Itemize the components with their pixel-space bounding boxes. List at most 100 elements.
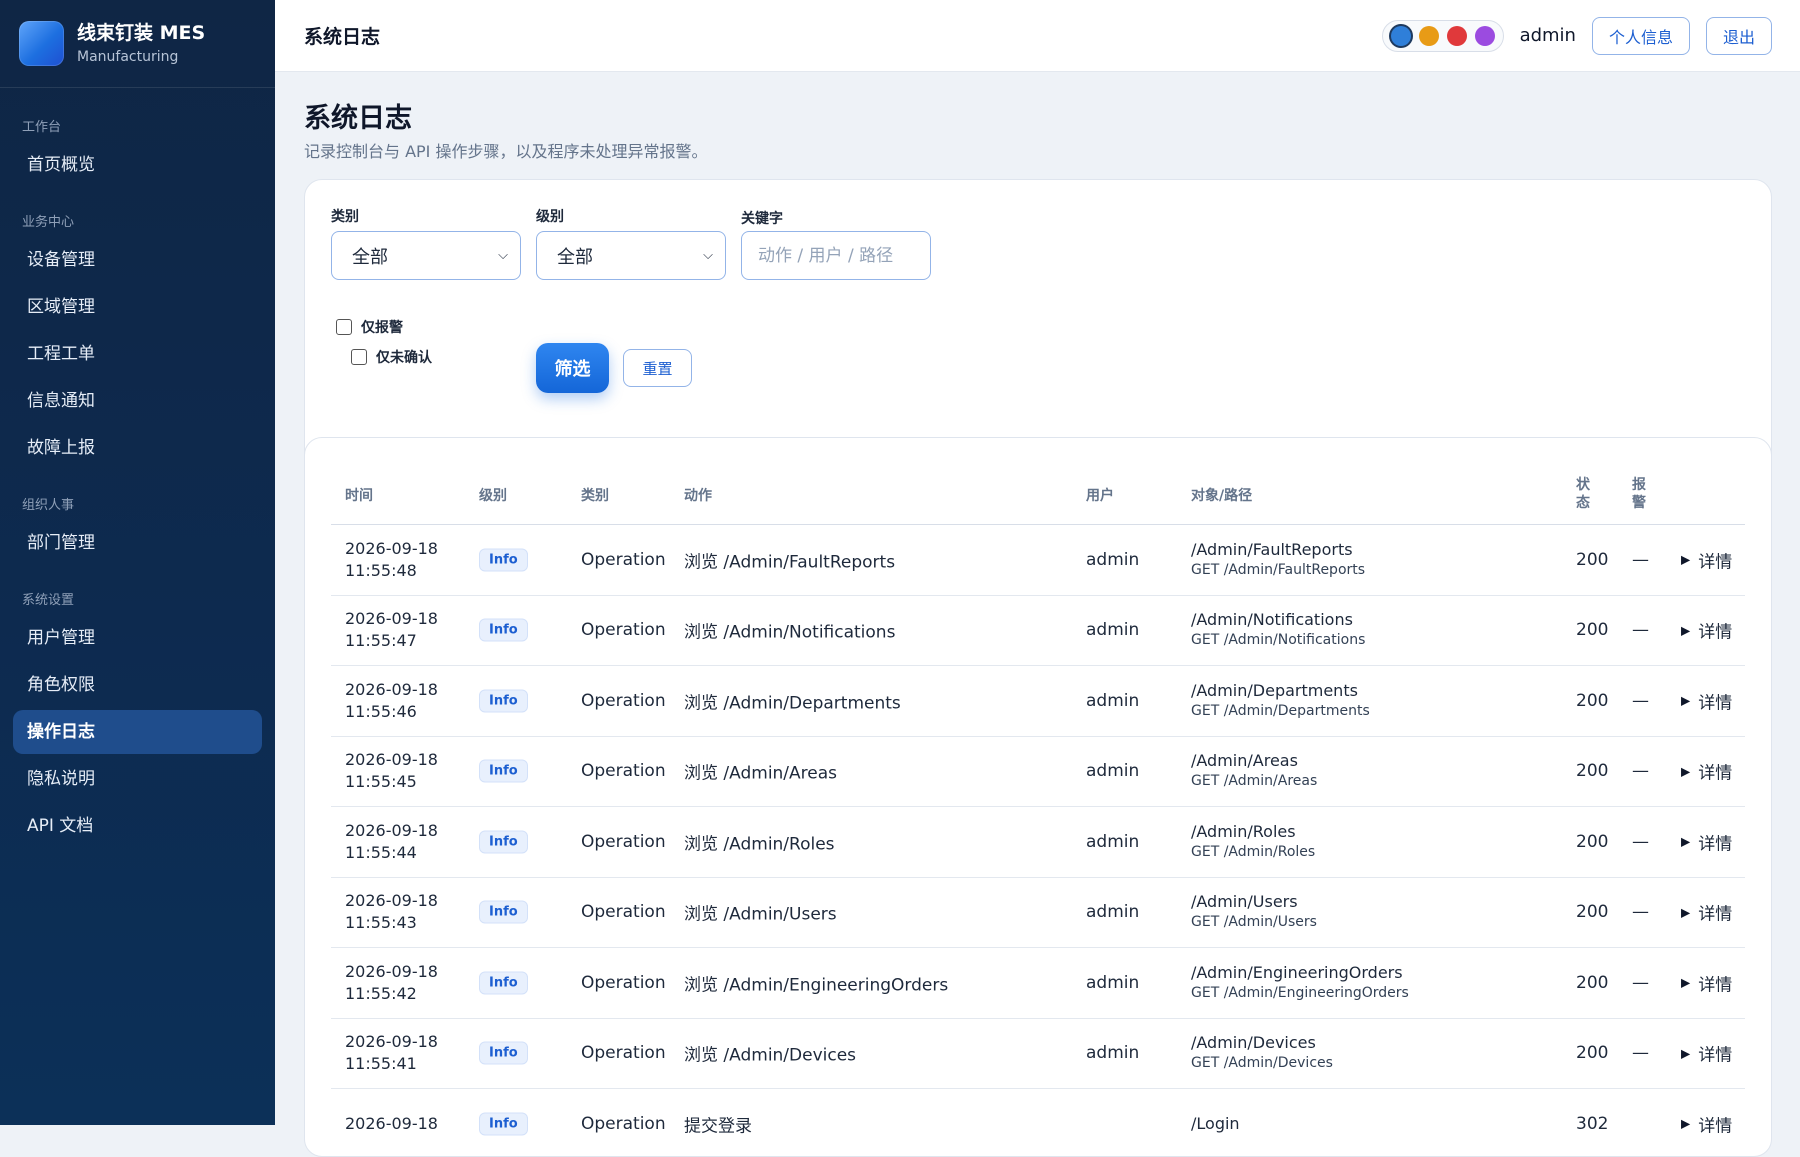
col-header-target: 对象/路径 — [1191, 485, 1252, 505]
log-date: 2026-09-18 — [345, 679, 438, 701]
sidebar-item-fault-reports[interactable]: 故障上报 — [13, 426, 262, 470]
reset-button[interactable]: 重置 — [623, 349, 692, 387]
details-toggle[interactable]: ▶详情 — [1681, 688, 1732, 713]
details-toggle[interactable]: ▶详情 — [1681, 900, 1732, 925]
brand[interactable]: 线束钉装 MES Manufacturing — [0, 0, 275, 88]
log-date: 2026-09-18 — [345, 749, 438, 771]
sidebar-item-departments[interactable]: 部门管理 — [13, 521, 262, 565]
log-path: /Admin/Areas — [1191, 751, 1317, 771]
log-status: 200 — [1576, 973, 1608, 993]
filter-button[interactable]: 筛选 — [536, 343, 609, 393]
log-status: 200 — [1576, 832, 1608, 852]
logout-button[interactable]: 退出 — [1706, 17, 1772, 55]
log-table: 时间 级别 类别 动作 用户 对象/路径 状 态 报 警 2026-09-181… — [331, 438, 1745, 1157]
chevron-down-icon: ⌵ — [498, 248, 508, 263]
log-path: /Admin/Users — [1191, 892, 1317, 912]
table-row[interactable]: 2026-09-1811:55:48InfoOperation浏览 /Admin… — [331, 525, 1745, 596]
table-row[interactable]: 2026-09-1811:55:47InfoOperation浏览 /Admin… — [331, 596, 1745, 667]
details-label: 详情 — [1698, 759, 1732, 784]
table-row[interactable]: 2026-09-1811:55:44InfoOperation浏览 /Admin… — [331, 807, 1745, 878]
details-toggle[interactable]: ▶详情 — [1681, 547, 1732, 572]
sidebar-item-users[interactable]: 用户管理 — [13, 616, 262, 660]
log-request: GET /Admin/Roles — [1191, 842, 1315, 862]
sidebar-item-dashboard[interactable]: 首页概览 — [13, 143, 262, 187]
log-category: Operation — [581, 620, 666, 640]
details-toggle[interactable]: ▶详情 — [1681, 970, 1732, 995]
col-header-category: 类别 — [581, 485, 609, 505]
table-row[interactable]: 2026-09-1811:55:42InfoOperation浏览 /Admin… — [331, 948, 1745, 1019]
details-label: 详情 — [1698, 618, 1732, 643]
log-action: 浏览 /Admin/FaultReports — [684, 547, 895, 572]
details-label: 详情 — [1698, 1111, 1732, 1136]
alarm-only-checkbox[interactable] — [336, 319, 352, 335]
sidebar-item-engineering-orders[interactable]: 工程工单 — [13, 332, 262, 376]
log-date: 2026-09-18 — [345, 1031, 438, 1053]
sidebar-item-devices[interactable]: 设备管理 — [13, 238, 262, 282]
level-label: 级别 — [536, 206, 564, 226]
log-clock: 11:55:43 — [345, 912, 438, 934]
category-select[interactable]: 全部 ⌵ — [331, 231, 521, 280]
log-clock: 11:55:45 — [345, 771, 438, 793]
table-row[interactable]: 2026-09-1811:55:43InfoOperation浏览 /Admin… — [331, 878, 1745, 949]
caret-right-icon: ▶ — [1681, 1117, 1690, 1131]
category-select-value: 全部 — [352, 243, 388, 269]
log-date: 2026-09-18 — [345, 1113, 438, 1135]
log-request: GET /Admin/Areas — [1191, 771, 1317, 791]
log-target: /Admin/NotificationsGET /Admin/Notificat… — [1191, 610, 1365, 650]
table-row[interactable]: 2026-09-18InfoOperation提交登录/Login302▶详情 — [331, 1089, 1745, 1157]
details-label: 详情 — [1698, 829, 1732, 854]
details-toggle[interactable]: ▶ 详情 — [1681, 1111, 1732, 1136]
table-row[interactable]: 2026-09-1811:55:41InfoOperation浏览 /Admin… — [331, 1019, 1745, 1090]
sidebar-item-notifications[interactable]: 信息通知 — [13, 379, 262, 423]
nav-group-workbench: 工作台 — [0, 117, 275, 139]
log-status: 302 — [1576, 1114, 1608, 1134]
theme-blue-swatch[interactable] — [1391, 26, 1411, 46]
log-target: /Admin/AreasGET /Admin/Areas — [1191, 751, 1317, 791]
unconfirmed-only-checkbox[interactable] — [351, 349, 367, 365]
sidebar-item-roles[interactable]: 角色权限 — [13, 663, 262, 707]
theme-red-swatch[interactable] — [1447, 26, 1467, 46]
alarm-only-option: 仅报警 — [336, 317, 403, 337]
log-user: admin — [1086, 902, 1139, 922]
log-action: 浏览 /Admin/Devices — [684, 1041, 856, 1066]
keyword-input[interactable] — [741, 231, 931, 280]
chevron-down-icon: ⌵ — [703, 248, 713, 263]
details-label: 详情 — [1698, 688, 1732, 713]
log-alarm: — — [1632, 832, 1649, 852]
sidebar-item-operation-logs[interactable]: 操作日志 — [13, 710, 262, 754]
details-toggle[interactable]: ▶详情 — [1681, 618, 1732, 643]
log-action: 浏览 /Admin/Departments — [684, 688, 901, 713]
level-badge: Info — [479, 971, 528, 994]
log-alarm: — — [1632, 550, 1649, 570]
category-label: 类别 — [331, 206, 359, 226]
details-toggle[interactable]: ▶ 详情 — [1681, 759, 1732, 784]
table-row[interactable]: 2026-09-1811:55:46InfoOperation浏览 /Admin… — [331, 666, 1745, 737]
log-table-panel: 时间 级别 类别 动作 用户 对象/路径 状 态 报 警 2026-09-181… — [304, 437, 1772, 1157]
log-clock: 11:55:46 — [345, 701, 438, 723]
details-toggle[interactable]: ▶详情 — [1681, 1041, 1732, 1066]
log-action: 提交登录 — [684, 1111, 752, 1136]
sidebar-item-areas[interactable]: 区域管理 — [13, 285, 262, 329]
theme-orange-swatch[interactable] — [1419, 26, 1439, 46]
log-date: 2026-09-18 — [345, 538, 438, 560]
log-user: admin — [1086, 620, 1139, 640]
profile-button[interactable]: 个人信息 — [1592, 17, 1690, 55]
level-select[interactable]: 全部 ⌵ — [536, 231, 726, 280]
details-label: 详情 — [1698, 547, 1732, 572]
details-toggle[interactable]: ▶ 详情 — [1681, 829, 1732, 854]
caret-right-icon: ▶ — [1681, 764, 1690, 778]
caret-right-icon: ▶ — [1681, 835, 1690, 849]
level-badge: Info — [479, 760, 528, 783]
log-request: GET /Admin/EngineeringOrders — [1191, 983, 1409, 1003]
sidebar-item-api-docs[interactable]: API 文档 — [13, 804, 262, 848]
col-header-level: 级别 — [479, 485, 507, 505]
log-time: 2026-09-1811:55:44 — [345, 820, 438, 864]
level-badge: Info — [479, 619, 528, 642]
log-request: GET /Admin/FaultReports — [1191, 560, 1365, 580]
log-time: 2026-09-1811:55:47 — [345, 608, 438, 652]
log-clock: 11:55:44 — [345, 842, 438, 864]
sidebar-item-privacy[interactable]: 隐私说明 — [13, 757, 262, 801]
log-date: 2026-09-18 — [345, 890, 438, 912]
table-row[interactable]: 2026-09-1811:55:45InfoOperation浏览 /Admin… — [331, 737, 1745, 808]
theme-purple-swatch[interactable] — [1475, 26, 1495, 46]
